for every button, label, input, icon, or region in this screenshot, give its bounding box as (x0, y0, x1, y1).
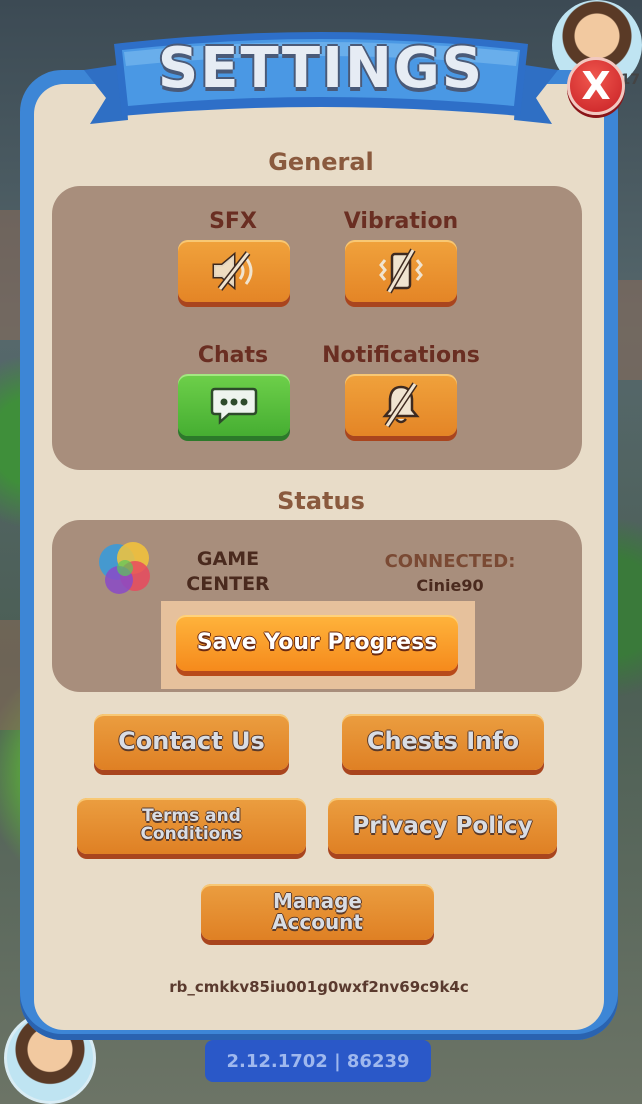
vibration-off-icon (379, 248, 423, 294)
connection-status: CONNECTED: (384, 551, 516, 572)
chats-toggle-button[interactable] (178, 374, 290, 436)
terms-label-line2: Conditions (140, 824, 243, 844)
chats-label: Chats (197, 343, 269, 368)
manage-label-line2: Account (272, 910, 363, 934)
general-heading: General (268, 148, 374, 176)
chests-info-label: Chests Info (366, 727, 520, 756)
general-section (52, 186, 582, 470)
page-title: SETTINGS (157, 36, 485, 101)
version-bar: 2.12.1702 | 86239 (205, 1040, 431, 1082)
vibration-toggle-button[interactable] (345, 240, 457, 302)
status-heading: Status (277, 487, 365, 515)
contact-us-label: Contact Us (118, 727, 265, 756)
save-progress-button[interactable]: Save Your Progress (176, 615, 458, 671)
game-center-label: GAME CENTER (178, 547, 278, 597)
close-icon: X (581, 64, 611, 108)
notifications-toggle-button[interactable] (345, 374, 457, 436)
sfx-label: SFX (209, 209, 257, 234)
game-center-text: GAME CENTER (186, 548, 270, 595)
speaker-muted-icon (212, 251, 253, 291)
privacy-policy-label: Privacy Policy (352, 812, 533, 839)
connected-username: Cinie90 (416, 576, 484, 595)
sfx-toggle-button[interactable] (178, 240, 290, 302)
manage-label-line1: Manage (272, 889, 362, 913)
bell-muted-icon (382, 382, 420, 428)
user-id: rb_cmkkv85iu001g0wxf2nv69c9k4c (169, 978, 469, 996)
contact-us-button[interactable]: Contact Us (94, 714, 289, 770)
close-button[interactable]: X (567, 57, 625, 115)
chat-bubble-icon (210, 387, 258, 425)
chests-info-button[interactable]: Chests Info (342, 714, 544, 770)
vibration-label: Vibration (343, 209, 459, 234)
privacy-policy-button[interactable]: Privacy Policy (328, 798, 557, 854)
manage-account-button[interactable]: Manage Account (201, 884, 434, 940)
terms-button[interactable]: Terms and Conditions (77, 798, 306, 854)
game-center-icon (99, 542, 150, 594)
save-progress-label: Save Your Progress (196, 630, 438, 656)
notifications-label: Notifications (322, 343, 480, 368)
